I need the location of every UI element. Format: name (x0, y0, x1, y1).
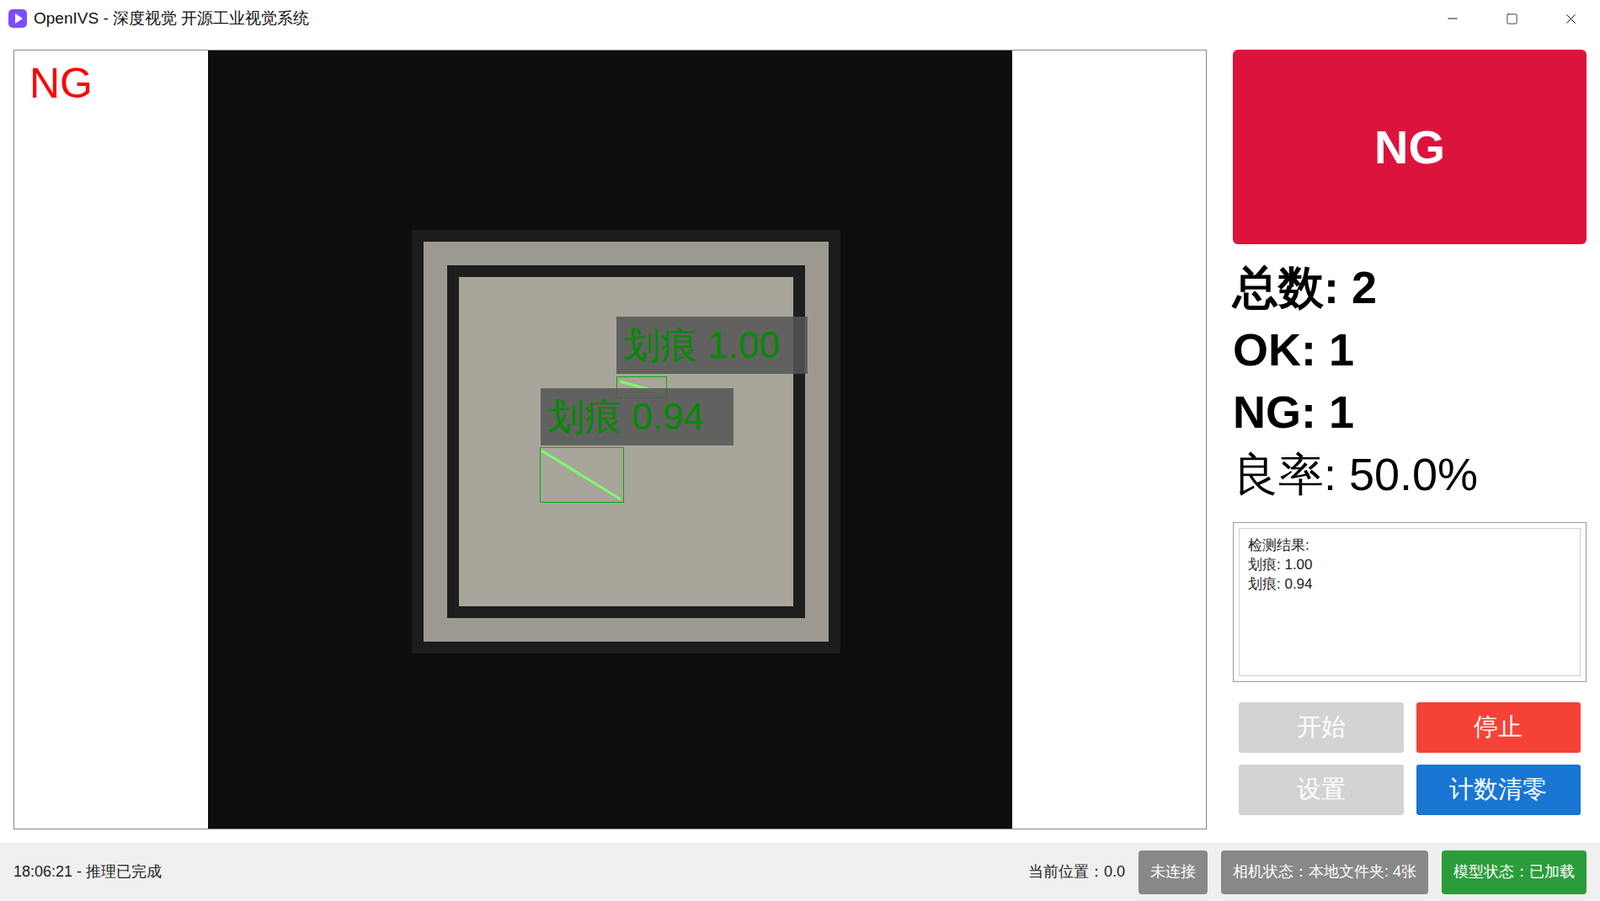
stat-row: NG: 1 (1232, 380, 1587, 443)
stat-row: 良率: 50.0% (1232, 442, 1587, 506)
result-box: 检测结果:划痕: 1.00划痕: 0.94 (1232, 522, 1587, 683)
stats: 总数: 2OK: 1NG: 1良率: 50.0% (1232, 256, 1587, 506)
action-button[interactable]: 停止 (1416, 702, 1582, 753)
close-button[interactable] (1541, 0, 1600, 38)
maximize-button[interactable] (1482, 0, 1542, 38)
maximize-icon (1505, 12, 1519, 26)
status-badge[interactable]: 模型状态：已加载 (1441, 850, 1587, 895)
action-button[interactable]: 开始 (1238, 702, 1404, 753)
stat-row: 总数: 2 (1232, 256, 1587, 319)
result-line: 划痕: 1.00 (1248, 554, 1572, 575)
image-canvas: 划痕 1.00 划痕 0.94 (208, 50, 1013, 829)
main-area: 划痕 1.00划痕 0.94NGNG总数: 2OK: 1NG: 1良率: 50.… (0, 37, 1600, 830)
action-button[interactable]: 设置 (1238, 764, 1404, 816)
app-logo-icon (8, 9, 27, 28)
detection-box (539, 447, 624, 503)
result-line: 划痕: 0.94 (1248, 574, 1572, 594)
minimize-icon (1445, 10, 1461, 27)
status-bar: 18:06:21 - 推理已完成当前位置：0.0 未连接相机状态：本地文件夹: 4… (0, 842, 1600, 901)
title-bar: OpenIVS - 深度视觉 开源工业视觉系统 (0, 0, 1600, 38)
image-panel: 划痕 1.00 划痕 0.94 NG (13, 49, 1207, 830)
action-button[interactable]: 计数清零 (1416, 764, 1582, 816)
status-badge[interactable]: 相机状态：本地文件夹: 4张 (1221, 850, 1429, 895)
app-window: OpenIVS - 深度视觉 开源工业视觉系统划痕 1.00 划痕 0.94 NG N… (0, 0, 1600, 901)
detection-label: 划痕 0.94 (540, 388, 734, 446)
button-grid: 开始停止设置计数清零 (1232, 702, 1587, 816)
verdict-banner: NG (1232, 49, 1587, 245)
result-line: 检测结果: (1248, 535, 1572, 555)
close-icon (1562, 10, 1579, 27)
stat-row: OK: 1 (1232, 318, 1587, 381)
status-badge[interactable]: 未连接 (1138, 850, 1208, 895)
window-title: OpenIVS - 深度视觉 开源工业视觉系统 (33, 6, 310, 32)
status-message: 18:06:21 - 推理已完成 (13, 860, 1015, 884)
side-panel: NG总数: 2OK: 1NG: 1良率: 50.0%检测结果:划痕: 1.00划… (1232, 49, 1587, 830)
scratch-icon (539, 447, 624, 503)
position-label: 当前位置：0.0 (1028, 860, 1126, 884)
image-verdict: NG (29, 62, 93, 105)
minimize-button[interactable] (1423, 0, 1483, 38)
detection-label: 划痕 1.00 (616, 316, 808, 374)
